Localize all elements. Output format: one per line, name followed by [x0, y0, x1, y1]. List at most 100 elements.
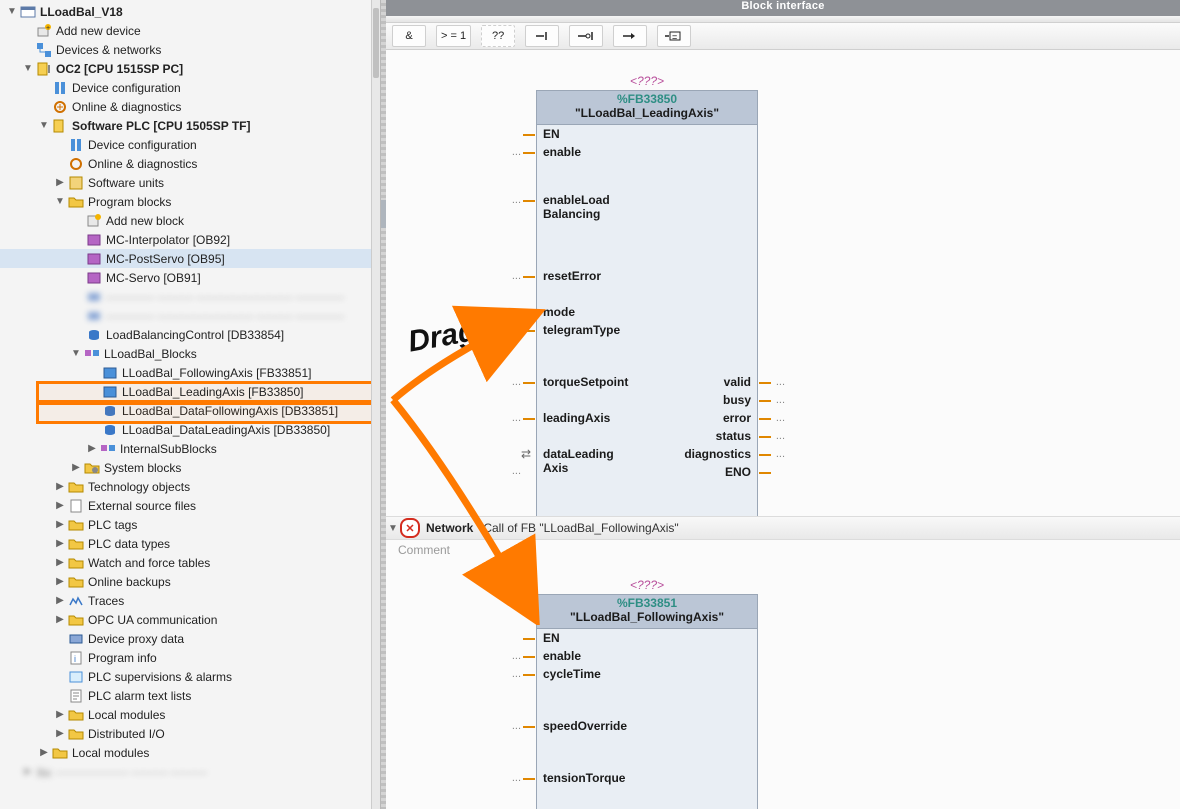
expander-icon[interactable]: ▼ [22, 63, 34, 75]
tree-local-modules-outer[interactable]: ▶ Local modules [0, 743, 371, 762]
expander-icon[interactable]: ▶ [54, 576, 66, 588]
tree-devices-networks[interactable]: • Devices & networks [0, 40, 371, 59]
fb-call-leadingaxis[interactable]: <???> %FB33850 "LLoadBal_LeadingAxis" EN… [536, 70, 758, 526]
tree-device-config-2[interactable]: • Device configuration [0, 135, 371, 154]
tree-internalsubblocks[interactable]: ▶ InternalSubBlocks [0, 439, 371, 458]
pin-en[interactable]: EN [543, 127, 560, 141]
tree-traces[interactable]: ▶ Traces [0, 591, 371, 610]
pin-cycletime[interactable]: cycleTime [543, 667, 601, 681]
pin-en[interactable]: EN [543, 631, 560, 645]
block-interface-header[interactable]: Block interface [386, 0, 1180, 16]
tree-loadbalancing-db[interactable]: • LoadBalancingControl [DB33854] [0, 325, 371, 344]
tree-online-diag-2[interactable]: • Online & diagnostics [0, 154, 371, 173]
tree-watch-tables[interactable]: ▶ Watch and force tables [0, 553, 371, 572]
expander-icon[interactable]: ▶ [38, 747, 50, 759]
op-return-button[interactable]: = [657, 25, 691, 47]
network-header[interactable]: ▼ ✕ Network Call of FB "LLoadBal_Followi… [386, 516, 1180, 540]
tree-lloadbal-dataleading-db[interactable]: • LLoadBal_DataLeadingAxis [DB33850] [0, 420, 371, 439]
pin-leadingaxis[interactable]: leadingAxis [543, 411, 610, 425]
pin-status[interactable]: status [716, 429, 751, 443]
expander-icon[interactable]: ▶ [86, 443, 98, 455]
tree-external-sources[interactable]: ▶ External source files [0, 496, 371, 515]
tree-distributed-io[interactable]: ▶ Distributed I/O [0, 724, 371, 743]
op-and-button[interactable]: & [392, 25, 426, 47]
program-info-icon: i [68, 650, 84, 666]
expander-icon[interactable]: ▶ [54, 519, 66, 531]
tree-technology-objects[interactable]: ▶ Technology objects [0, 477, 371, 496]
op-emptybox-button[interactable]: ?? [481, 25, 515, 47]
tree-opcua[interactable]: ▶ OPC UA communication [0, 610, 371, 629]
expander-icon[interactable]: ▶ [54, 728, 66, 740]
tree-software-units[interactable]: ▶ Software units [0, 173, 371, 192]
tree-scrollbar[interactable] [371, 0, 380, 809]
scrollbar-thumb[interactable] [373, 8, 379, 78]
pin-eno[interactable]: ENO [725, 465, 751, 479]
expander-icon[interactable]: ▶ [54, 595, 66, 607]
editor-canvas[interactable]: <???> %FB33850 "LLoadBal_LeadingAxis" EN… [386, 50, 1180, 809]
pin-diagnostics[interactable]: diagnostics [684, 447, 751, 461]
pin-enable[interactable]: enable [543, 145, 581, 159]
tree-label: MC-Interpolator [OB92] [106, 233, 230, 247]
pin-telegramtype[interactable]: telegramType [543, 323, 620, 337]
project-tree[interactable]: ▼ LLoadBal_V18 • + Add new device • Devi… [0, 0, 371, 781]
op-jump-button[interactable] [613, 25, 647, 47]
tree-supervisions[interactable]: • PLC supervisions & alarms [0, 667, 371, 686]
tree-plc-datatypes[interactable]: ▶ PLC data types [0, 534, 371, 553]
tree-program-info[interactable]: • i Program info [0, 648, 371, 667]
expander-icon[interactable]: ▶ [54, 481, 66, 493]
pin-torquesetpoint[interactable]: torqueSetpoint [543, 375, 628, 389]
tree-oc2[interactable]: ▼ OC2 [CPU 1515SP PC] [0, 59, 371, 78]
tree-online-backups[interactable]: ▶ Online backups [0, 572, 371, 591]
expander-icon[interactable]: ▼ [6, 6, 18, 18]
project-tree-pane: ▼ LLoadBal_V18 • + Add new device • Devi… [0, 0, 381, 809]
expander-icon[interactable]: ▼ [38, 120, 50, 132]
expander-icon[interactable]: ▶ [54, 177, 66, 189]
pin-error[interactable]: error [723, 411, 751, 425]
tree-add-device[interactable]: • + Add new device [0, 21, 371, 40]
op-assign-button[interactable] [525, 25, 559, 47]
expander-icon[interactable]: ▶ [54, 500, 66, 512]
expander-icon[interactable]: ▼ [54, 196, 66, 208]
pin-enable[interactable]: enable [543, 649, 581, 663]
fb-call-followingaxis[interactable]: <???> %FB33851 "LLoadBal_FollowingAxis" … [536, 574, 758, 809]
tree-proxy-data[interactable]: • Device proxy data [0, 629, 371, 648]
tree-lloadbal-leadingaxis-fb[interactable]: • LLoadBal_LeadingAxis [FB33850] [0, 382, 371, 401]
tree-root[interactable]: ▼ LLoadBal_V18 [0, 2, 371, 21]
tree-add-block[interactable]: • Add new block [0, 211, 371, 230]
tree-mc-interpolator[interactable]: • MC-Interpolator [OB92] [0, 230, 371, 249]
tree-device-config[interactable]: • Device configuration [0, 78, 371, 97]
pin-tensiontorque[interactable]: tensionTorque [543, 771, 625, 785]
expander-icon[interactable]: ▶ [54, 538, 66, 550]
tree-online-diag[interactable]: • Online & diagnostics [0, 97, 371, 116]
op-gte1-button[interactable]: > = 1 [436, 25, 471, 47]
tree-lloadbal-blocks[interactable]: ▼ LLoadBal_Blocks [0, 344, 371, 363]
expander-icon[interactable]: ▼ [70, 348, 82, 360]
instance-placeholder[interactable]: <???> [630, 74, 664, 88]
pin-dataleadingaxis[interactable]: dataLeading Axis [543, 447, 614, 475]
tree-plc-tags[interactable]: ▶ PLC tags [0, 515, 371, 534]
interface-collapse-strip[interactable] [386, 16, 1180, 23]
network-expander-icon[interactable]: ▼ [386, 523, 400, 534]
pin-valid[interactable]: valid [724, 375, 751, 389]
pin-busy[interactable]: busy [723, 393, 751, 407]
pin-reseterror[interactable]: resetError [543, 269, 601, 283]
pin-speedoverride[interactable]: speedOverride [543, 719, 627, 733]
op-open-branch-button[interactable] [569, 25, 603, 47]
pin-mode[interactable]: mode [543, 305, 575, 319]
expander-icon[interactable]: ▶ [70, 462, 82, 474]
tree-system-blocks[interactable]: ▶ System blocks [0, 458, 371, 477]
expander-icon[interactable]: ▶ [54, 614, 66, 626]
pin-enableloadbalancing[interactable]: enableLoad Balancing [543, 193, 610, 221]
instance-placeholder[interactable]: <???> [630, 578, 664, 592]
tree-mc-servo[interactable]: • MC-Servo [OB91] [0, 268, 371, 287]
tree-lloadbal-followingaxis-fb[interactable]: • LLoadBal_FollowingAxis [FB33851] [0, 363, 371, 382]
expander-icon[interactable]: ▶ [54, 557, 66, 569]
tree-local-modules[interactable]: ▶ Local modules [0, 705, 371, 724]
tree-program-blocks[interactable]: ▼ Program blocks [0, 192, 371, 211]
tree-alarm-text-lists[interactable]: • PLC alarm text lists [0, 686, 371, 705]
tree-lloadbal-datafollowing-db[interactable]: • LLoadBal_DataFollowingAxis [DB33851] [0, 401, 371, 420]
network-comment[interactable]: Comment [398, 540, 450, 560]
tree-software-plc[interactable]: ▼ Software PLC [CPU 1505SP TF] [0, 116, 371, 135]
tree-mc-postservo[interactable]: • MC-PostServo [OB95] [0, 249, 371, 268]
expander-icon[interactable]: ▶ [54, 709, 66, 721]
